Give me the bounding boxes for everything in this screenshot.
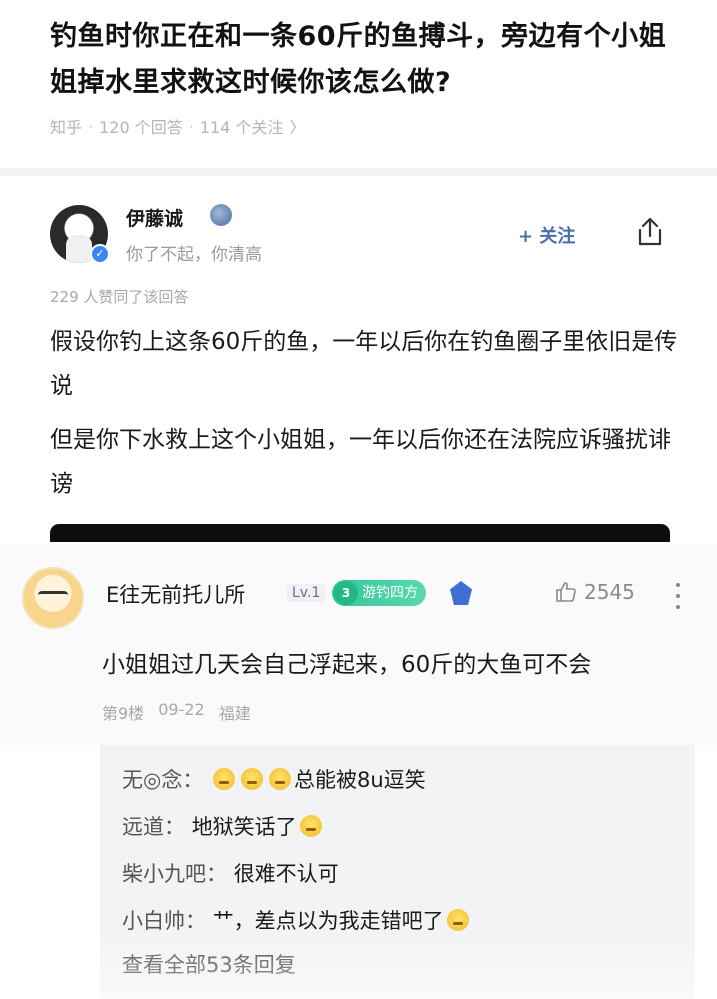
author-name[interactable]: 伊藤诚 — [126, 204, 183, 231]
answer-author-bar: ✓ 伊藤诚 你了不起，你清高 + 关注 — [50, 200, 680, 270]
reply-text: 艹，差点以为我走错吧了 — [212, 909, 444, 933]
author-bio: 你了不起，你清高 — [126, 245, 262, 265]
source-label: 知乎 — [50, 118, 83, 137]
medal-icon — [450, 581, 472, 605]
question-title[interactable]: 钓鱼时你正在和一条60斤的鱼搏斗，旁边有个小姐姐掉水里求救这时候你该怎么做? — [50, 14, 690, 106]
commenter-avatar[interactable] — [22, 567, 84, 629]
question-meta: 知乎 · 120 个回答 · 114 个关注 〉 — [50, 114, 690, 138]
comment-text: 小姐姐过几天会自己浮起来，60斤的大鱼可不会 — [102, 652, 592, 678]
verified-icon: ✓ — [90, 244, 110, 264]
follower-count[interactable]: 114 个关注 — [200, 114, 284, 138]
view-all-replies-link[interactable]: 查看全部53条回复 — [122, 945, 695, 985]
reply-text: 很难不认可 — [233, 862, 339, 886]
black-divider-bar — [50, 524, 670, 542]
level-badge: Lv.1 — [287, 584, 326, 602]
tag-level-icon: 3 — [334, 581, 358, 605]
reply-text: 总能被8u逗笑 — [294, 768, 426, 792]
comment: E往无前托儿所 Lv.1 3 游钓四方 2545 小姐姐过几天会自己浮起来，60… — [0, 545, 717, 745]
commenter-name[interactable]: E往无前托儿所 — [106, 579, 245, 609]
comment-like-button[interactable]: 2545 — [554, 580, 635, 604]
share-icon[interactable] — [635, 216, 665, 248]
thumbs-up-icon — [556, 582, 576, 602]
comment-location: 福建 — [218, 704, 251, 723]
comment-like-count: 2545 — [584, 580, 635, 604]
globe-badge-icon — [210, 204, 232, 226]
reply-item[interactable]: 无◎念： 总能被8u逗笑 — [122, 757, 695, 804]
follow-button[interactable]: + 关注 — [518, 222, 575, 248]
comment-date: 09-22 — [158, 700, 205, 719]
comment-floor: 第9楼 — [102, 704, 145, 723]
section-divider — [0, 168, 717, 176]
reply-list: 无◎念： 总能被8u逗笑 远道： 地狱笑话了 柴小九吧： 很难不认可 小白帅： … — [100, 745, 695, 999]
reply-author[interactable]: 远道 — [122, 815, 164, 839]
laugh-emoji-icon — [269, 768, 292, 790]
question-header: 钓鱼时你正在和一条60斤的鱼搏斗，旁边有个小姐姐掉水里求救这时候你该怎么做? 知… — [50, 14, 690, 138]
answer-likes: 229 人赞同了该回答 — [50, 288, 189, 306]
chevron-right-icon[interactable]: 〉 — [289, 114, 305, 138]
laugh-emoji-icon — [213, 768, 236, 790]
laugh-emoji-icon — [241, 768, 264, 790]
tag-label: 游钓四方 — [362, 585, 418, 601]
reply-author[interactable]: 无◎念 — [122, 768, 182, 792]
reply-author[interactable]: 柴小九吧 — [122, 862, 206, 886]
answer-paragraph: 但是你下水救上这个小姐姐，一年以后你还在法院应诉骚扰诽谤 — [50, 427, 671, 497]
more-options-icon[interactable] — [676, 583, 682, 609]
fishing-tag-badge: 3 游钓四方 — [332, 580, 426, 606]
comment-meta: 第9楼 09-22 福建 — [102, 700, 251, 724]
answer-content: 假设你钓上这条60斤的鱼，一年以后你在钓鱼圈子里依旧是传说 但是你下水救上这个小… — [50, 320, 680, 516]
reply-item[interactable]: 柴小九吧： 很难不认可 — [122, 851, 695, 898]
answer-count[interactable]: 120 个回答 — [99, 114, 183, 138]
reply-author[interactable]: 小白帅 — [122, 909, 185, 933]
reply-item[interactable]: 小白帅： 艹，差点以为我走错吧了 — [122, 898, 695, 945]
reply-text: 地狱笑话了 — [191, 815, 297, 839]
reply-item[interactable]: 远道： 地狱笑话了 — [122, 804, 695, 851]
laugh-emoji-icon — [299, 815, 322, 837]
answer-paragraph: 假设你钓上这条60斤的鱼，一年以后你在钓鱼圈子里依旧是传说 — [50, 329, 678, 399]
smile-emoji-icon — [446, 909, 469, 931]
